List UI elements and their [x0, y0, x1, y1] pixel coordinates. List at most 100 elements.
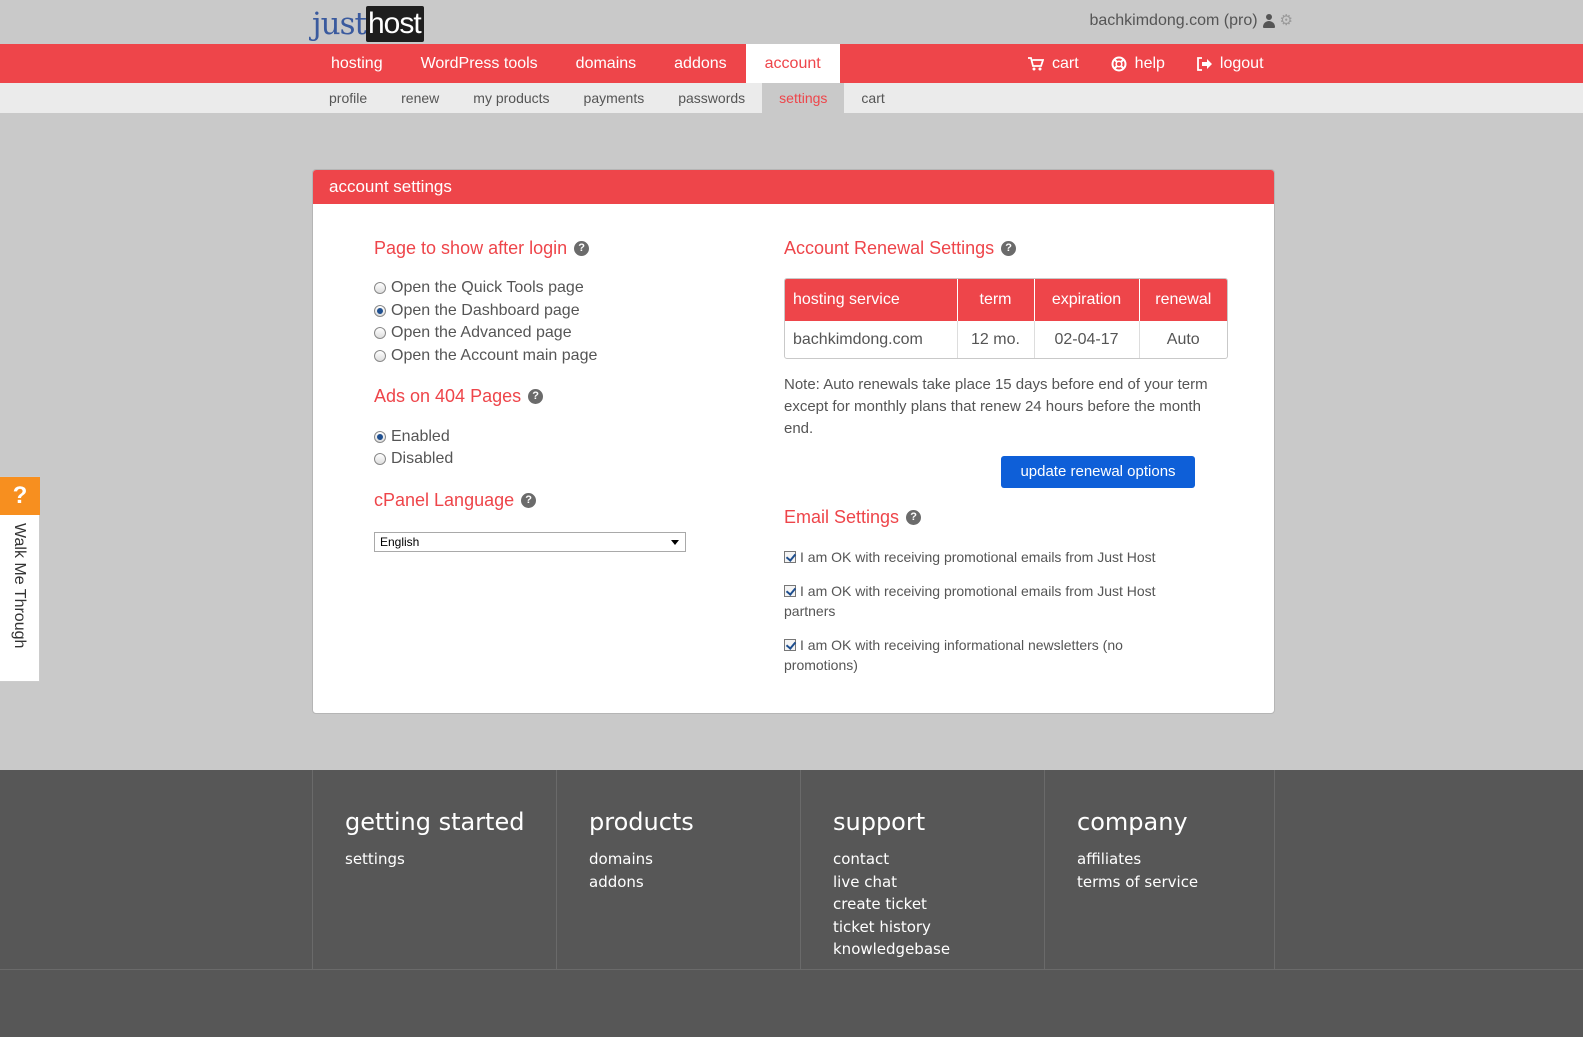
table-header: term: [957, 279, 1035, 321]
footer-link-settings[interactable]: settings: [345, 848, 405, 871]
radio-advanced[interactable]: Open the Advanced page: [374, 324, 572, 342]
table-header-row: hosting service term expiration renewal: [785, 279, 1227, 321]
user-icon[interactable]: [1262, 14, 1275, 28]
table-cell-expiration: 02-04-17: [1034, 321, 1140, 358]
ads-title: Ads on 404 Pages: [374, 386, 522, 406]
logout-link[interactable]: logout: [1181, 44, 1280, 83]
checkbox[interactable]: [784, 585, 796, 597]
footer-link-knowledgebase[interactable]: knowledgebase: [833, 938, 950, 961]
radio-button[interactable]: [374, 305, 386, 317]
language-heading: cPanel Language ?: [374, 490, 537, 511]
help-icon[interactable]: ?: [521, 493, 537, 508]
radio-button[interactable]: [374, 453, 386, 465]
nav-addons[interactable]: addons: [655, 44, 746, 83]
checkbox-label: I am OK with receiving informational new…: [784, 637, 1123, 673]
question-icon: ?: [0, 477, 40, 515]
subnav-passwords[interactable]: passwords: [661, 83, 762, 113]
language-select[interactable]: English: [374, 532, 686, 552]
cart-label: cart: [1052, 55, 1079, 72]
footer-divider: [1274, 770, 1275, 970]
subnav-settings[interactable]: settings: [762, 83, 845, 113]
footer-divider: [556, 770, 557, 970]
footer-heading-getting-started: getting started: [345, 808, 525, 836]
main-nav: hosting WordPress tools domains addons a…: [0, 44, 1583, 83]
footer-divider: [1044, 770, 1045, 970]
subnav-payments[interactable]: payments: [567, 83, 662, 113]
checkbox-label: I am OK with receiving promotional email…: [800, 549, 1156, 565]
radio-button[interactable]: [374, 431, 386, 443]
footer-links-company: affiliates terms of service: [1077, 848, 1198, 893]
help-icon[interactable]: ?: [574, 241, 590, 256]
sub-nav: profile renew my products payments passw…: [0, 83, 1583, 113]
radio-label: Enabled: [391, 428, 450, 445]
account-name: bachkimdong.com (pro): [1089, 12, 1258, 29]
footer-divider: [0, 969, 1583, 970]
radio-quick-tools[interactable]: Open the Quick Tools page: [374, 279, 584, 297]
nav-account[interactable]: account: [745, 44, 840, 83]
footer-link-ticket-history[interactable]: ticket history: [833, 916, 950, 939]
footer-link-terms[interactable]: terms of service: [1077, 871, 1198, 894]
user-area: bachkimdong.com (pro) ⚙: [1089, 12, 1293, 30]
email-option-partners[interactable]: I am OK with receiving promotional email…: [784, 581, 1184, 621]
justhost-logo[interactable]: just host: [312, 4, 424, 42]
panel-title: account settings: [313, 170, 1274, 204]
footer-link-create-ticket[interactable]: create ticket: [833, 893, 950, 916]
ads-heading: Ads on 404 Pages ?: [374, 386, 544, 407]
subnav-cart[interactable]: cart: [844, 83, 901, 113]
subnav-renew[interactable]: renew: [384, 83, 456, 113]
cart-icon: [1028, 56, 1044, 70]
gear-icon[interactable]: ⚙: [1280, 13, 1293, 28]
radio-dashboard[interactable]: Open the Dashboard page: [374, 302, 580, 320]
footer-link-live-chat[interactable]: live chat: [833, 871, 950, 894]
checkbox-label: I am OK with receiving promotional email…: [784, 583, 1156, 619]
nav-domains[interactable]: domains: [557, 44, 655, 83]
subnav-profile[interactable]: profile: [312, 83, 384, 113]
help-label: help: [1134, 55, 1165, 72]
footer-links-support: contact live chat create ticket ticket h…: [833, 848, 950, 961]
logout-icon: [1197, 56, 1212, 71]
radio-label: Disabled: [391, 450, 454, 467]
footer-heading-support: support: [833, 808, 926, 836]
help-icon[interactable]: ?: [1001, 241, 1017, 256]
email-option-promotional[interactable]: I am OK with receiving promotional email…: [784, 547, 1184, 567]
nav-wordpress-tools[interactable]: WordPress tools: [402, 44, 557, 83]
email-title: Email Settings: [784, 507, 900, 527]
subnav-my-products[interactable]: my products: [456, 83, 566, 113]
table-cell-term: 12 mo.: [957, 321, 1035, 358]
radio-button[interactable]: [374, 282, 386, 294]
footer-divider: [800, 770, 801, 970]
radio-ads-disabled[interactable]: Disabled: [374, 450, 453, 468]
email-option-newsletters[interactable]: I am OK with receiving informational new…: [784, 635, 1184, 675]
radio-button[interactable]: [374, 350, 386, 362]
logo-text-host: host: [365, 6, 424, 42]
table-cell-renewal: Auto: [1166, 330, 1200, 348]
footer-links-products: domains addons: [589, 848, 653, 893]
checkbox[interactable]: [784, 551, 796, 563]
radio-label: Open the Advanced page: [391, 324, 572, 341]
footer-link-contact[interactable]: contact: [833, 848, 950, 871]
walk-me-through-tab[interactable]: ? Walk Me Through: [0, 476, 40, 682]
footer-link-addons[interactable]: addons: [589, 871, 653, 894]
table-header: expiration: [1034, 279, 1140, 321]
nav-hosting[interactable]: hosting: [312, 44, 402, 83]
renewal-title: Account Renewal Settings: [784, 238, 995, 258]
table-row: bachkimdong.com 12 mo. 02-04-17 Auto: [785, 321, 1227, 358]
footer-link-domains[interactable]: domains: [589, 848, 653, 871]
radio-account-main[interactable]: Open the Account main page: [374, 347, 597, 365]
checkbox[interactable]: [784, 639, 796, 651]
lifebuoy-icon: [1111, 56, 1127, 71]
table-cell-domain: bachkimdong.com: [785, 321, 958, 358]
help-icon[interactable]: ?: [528, 389, 544, 404]
cart-link[interactable]: cart: [1012, 44, 1095, 83]
language-title: cPanel Language: [374, 490, 515, 510]
update-renewal-button[interactable]: update renewal options: [1001, 456, 1195, 488]
radio-label: Open the Dashboard page: [391, 302, 580, 319]
radio-ads-enabled[interactable]: Enabled: [374, 428, 450, 446]
footer-link-affiliates[interactable]: affiliates: [1077, 848, 1198, 871]
radio-button[interactable]: [374, 327, 386, 339]
account-settings-panel: account settings Page to show after logi…: [312, 169, 1275, 714]
renewal-table: hosting service term expiration renewal …: [784, 278, 1228, 359]
help-link[interactable]: help: [1095, 44, 1181, 83]
help-icon[interactable]: ?: [906, 510, 922, 525]
renewal-note: Note: Auto renewals take place 15 days b…: [784, 376, 1208, 437]
